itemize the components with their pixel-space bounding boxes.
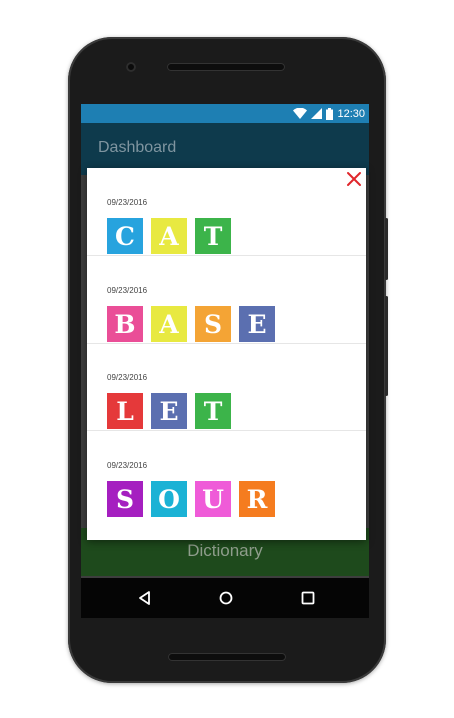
letter-tile: O bbox=[151, 481, 187, 517]
dictionary-label: Dictionary bbox=[187, 541, 263, 560]
status-time: 12:30 bbox=[337, 107, 365, 120]
power-button bbox=[385, 218, 388, 280]
battery-icon bbox=[326, 107, 334, 120]
entry-date: 09/23/2016 bbox=[107, 286, 148, 295]
history-entry[interactable]: 09/23/2016 L E T bbox=[87, 343, 366, 431]
letter-tile: B bbox=[107, 306, 143, 342]
page-title: Dashboard bbox=[98, 139, 177, 156]
recents-square-icon[interactable] bbox=[298, 588, 318, 608]
entry-date: 09/23/2016 bbox=[107, 461, 148, 470]
status-bar: 12:30 bbox=[81, 104, 369, 123]
history-entry[interactable]: 09/23/2016 B A S E bbox=[87, 256, 366, 344]
letter-tiles: BASE bbox=[107, 306, 275, 342]
history-entry[interactable]: 09/23/2016 C A T bbox=[87, 168, 366, 256]
wifi-icon bbox=[293, 108, 308, 119]
signal-icon bbox=[311, 108, 323, 119]
letter-tile: E bbox=[239, 306, 275, 342]
letter-tile: S bbox=[107, 481, 143, 517]
letter-tiles: LET bbox=[107, 393, 231, 429]
letter-tiles: CAT bbox=[107, 218, 231, 254]
letter-tiles: SOUR bbox=[107, 481, 275, 517]
navigation-bar bbox=[81, 578, 369, 618]
letter-tile: R bbox=[239, 481, 275, 517]
letter-tile: E bbox=[151, 393, 187, 429]
bottom-speaker bbox=[168, 653, 286, 661]
history-dialog: 09/23/2016 C A T 09/23/2016 B A S E 09/23/2016 L E T… bbox=[87, 168, 366, 540]
history-entry[interactable]: 09/23/2016 S O U R bbox=[87, 431, 366, 518]
letter-tile: T bbox=[195, 393, 231, 429]
letter-tile: U bbox=[195, 481, 231, 517]
letter-tile: L bbox=[107, 393, 143, 429]
letter-tile: A bbox=[151, 218, 187, 254]
front-camera bbox=[126, 62, 136, 72]
top-speaker bbox=[167, 63, 285, 71]
letter-tile: A bbox=[151, 306, 187, 342]
home-circle-icon[interactable] bbox=[216, 588, 236, 608]
back-triangle-icon[interactable] bbox=[135, 588, 155, 608]
entry-date: 09/23/2016 bbox=[107, 373, 148, 382]
letter-tile: S bbox=[195, 306, 231, 342]
letter-tile: T bbox=[195, 218, 231, 254]
entry-date: 09/23/2016 bbox=[107, 198, 148, 207]
letter-tile: C bbox=[107, 218, 143, 254]
volume-button bbox=[385, 296, 388, 396]
